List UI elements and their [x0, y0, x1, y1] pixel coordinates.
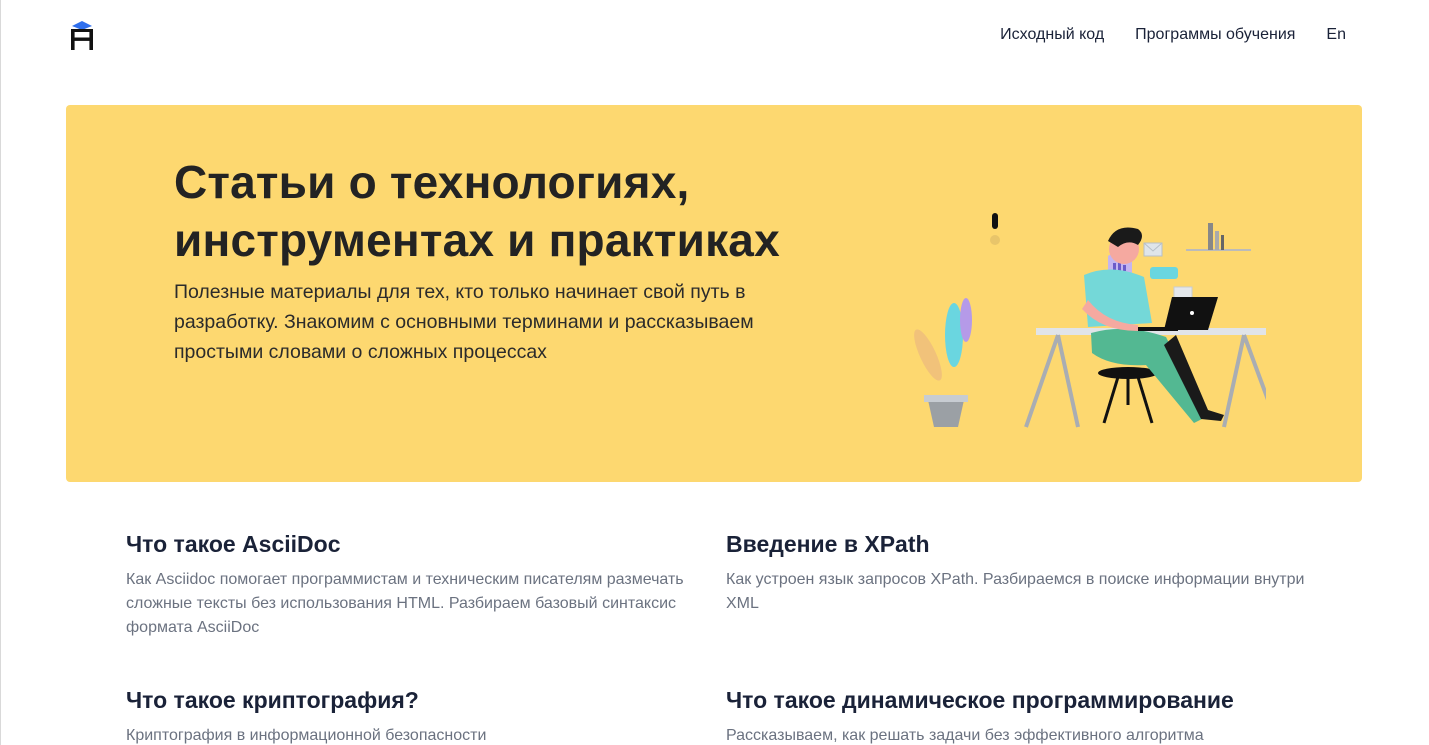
window-edge: [0, 0, 1, 745]
article-title[interactable]: Что такое криптография?: [126, 684, 706, 716]
article-title[interactable]: Что такое динамическое программирование: [726, 684, 1306, 716]
article-description: Как Asciidoc помогает программистам и те…: [126, 571, 684, 636]
hero-subtitle: Полезные материалы для тех, кто только н…: [174, 281, 754, 363]
developer-illustration: [914, 213, 1266, 428]
article-description: Криптография в информационной безопаснос…: [126, 727, 487, 744]
nav-language-switch[interactable]: En: [1326, 24, 1346, 46]
nav-training-programs[interactable]: Программы обучения: [1135, 24, 1295, 46]
article-description: Рассказываем, как решать задачи без эффе…: [726, 727, 1204, 744]
hero-banner: Статьи о технологиях, инструментах и пра…: [66, 105, 1362, 482]
hero-title: Статьи о технологиях, инструментах и пра…: [174, 156, 780, 266]
article-description: Как устроен язык запросов XPath. Разбира…: [726, 571, 1305, 612]
main-nav: Исходный код Программы обучения En: [1000, 24, 1346, 46]
logo-icon: [71, 21, 93, 50]
article-title[interactable]: Введение в XPath: [726, 528, 1306, 560]
site-header: Исходный код Программы обучения En: [0, 0, 1429, 72]
article-card[interactable]: Что такое AsciiDoc Как Asciidoc помогает…: [126, 528, 706, 640]
article-title[interactable]: Что такое AsciiDoc: [126, 528, 706, 560]
article-card[interactable]: Что такое криптография? Криптография в и…: [126, 684, 706, 745]
article-card[interactable]: Что такое динамическое программирование …: [726, 684, 1306, 745]
logo-link[interactable]: [70, 20, 94, 52]
nav-source-code[interactable]: Исходный код: [1000, 24, 1104, 46]
article-card[interactable]: Введение в XPath Как устроен язык запрос…: [726, 528, 1306, 616]
